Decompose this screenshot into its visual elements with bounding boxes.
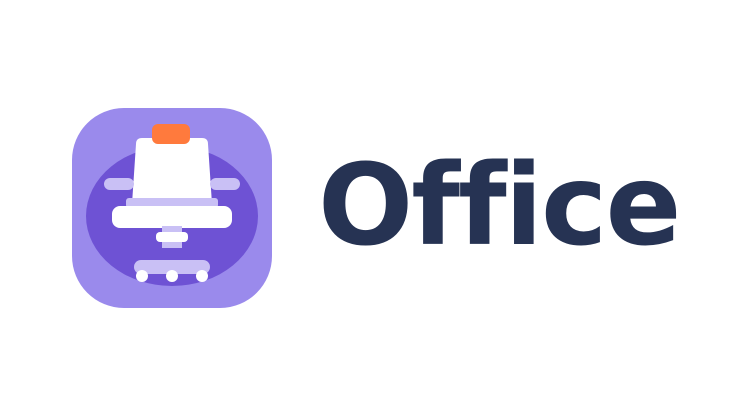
chair-armrest-right — [210, 178, 240, 190]
chair-armrest-left — [104, 178, 134, 190]
office-chair-icon — [72, 108, 272, 308]
chair-seat — [112, 206, 232, 228]
chair-wheel-left — [136, 270, 148, 282]
chair-wheel-center — [166, 270, 178, 282]
chair-stem-cap — [156, 232, 188, 242]
chair-wheel-right — [196, 270, 208, 282]
logo-lockup: Office — [0, 0, 747, 418]
chair-headrest — [152, 124, 190, 144]
app-name: Office — [318, 141, 681, 271]
